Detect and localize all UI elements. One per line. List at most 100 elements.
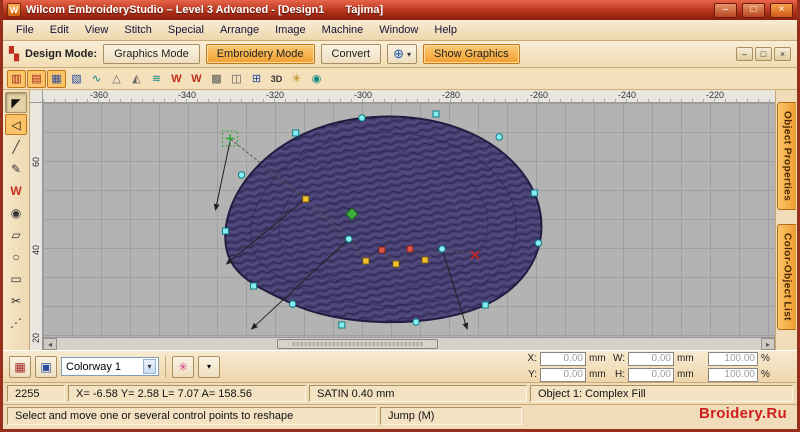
3d-warp-icon[interactable]: 3D [267, 70, 286, 88]
fill-tatami-icon[interactable]: ▦ [47, 69, 66, 88]
lettering-tool[interactable]: W [5, 180, 27, 201]
menu-item[interactable]: Help [426, 22, 465, 38]
hint-bar: Select and move one or several control p… [3, 405, 797, 429]
menu-item[interactable]: Special [160, 22, 212, 38]
outline-run-icon[interactable]: ▥ [7, 69, 26, 88]
motif-fill-icon[interactable]: W [187, 70, 206, 88]
tab-label: Object Properties [781, 111, 793, 202]
colorway-toolbar: ▦ ▣ Colorway 1 ▾ ✳ ▾ X: mm W: mm % Y: mm [3, 350, 797, 383]
motif-run-icon[interactable]: W [167, 70, 186, 88]
docked-panel-tabs: Object Properties Color-Object List [775, 90, 797, 350]
tab-label: Color-Object List [781, 233, 793, 322]
width-input[interactable] [628, 351, 674, 366]
gradient-fill-icon[interactable]: ◭ [127, 70, 146, 88]
mdi-restore-button[interactable]: □ [755, 47, 772, 61]
scale-x-input[interactable] [708, 351, 758, 366]
w-unit: mm [677, 353, 694, 364]
globe-icon: ⊕ [393, 46, 404, 61]
h-unit: mm [677, 369, 694, 380]
current-tool-status: Jump (M) [380, 407, 522, 425]
menu-item[interactable]: Machine [314, 22, 372, 38]
mdi-close-button[interactable]: × [774, 47, 791, 61]
scroll-right-button[interactable]: ▸ [761, 338, 775, 350]
height-input[interactable] [628, 367, 674, 382]
transform-fields: X: mm W: mm % Y: mm H: mm % [522, 351, 791, 382]
ruler-corner [30, 90, 42, 103]
vertical-ruler: 60 40 20 [30, 90, 43, 350]
star-effect-icon[interactable]: ✳ [287, 70, 306, 88]
app-logo-icon: W [7, 3, 21, 17]
scale-x-unit: % [761, 353, 770, 364]
mdi-minimize-button[interactable]: – [736, 47, 753, 61]
design-mode-label: Design Mode: [25, 48, 98, 60]
ruler-tick: -260 [529, 90, 548, 100]
colorway-editor-button[interactable]: ▦ [9, 355, 31, 378]
complex-fill-tool[interactable]: ▱ [5, 224, 27, 245]
tool-palette: ◤ ◁ ╱ ✎ W ◉ ▱ ○ ▭ ✂ ⋰ [3, 90, 30, 350]
knife-tool[interactable]: ✂ [5, 290, 27, 311]
design-mode-toolbar: ▚ Design Mode: Graphics Mode Embroidery … [3, 41, 797, 68]
prompt-text: Select and move one or several control p… [7, 407, 377, 425]
close-button[interactable]: × [770, 2, 793, 18]
select-object-tool[interactable]: ◤ [5, 92, 27, 113]
tab-color-object-list[interactable]: Color-Object List [777, 224, 796, 331]
x-input[interactable] [540, 351, 586, 366]
tab-object-properties[interactable]: Object Properties [777, 102, 796, 211]
y-label: Y: [528, 369, 537, 380]
watermark: Broidery.Ru [698, 405, 787, 422]
y-unit: mm [589, 369, 606, 380]
menu-item[interactable]: Image [267, 22, 314, 38]
pattern-stamp-icon[interactable]: ▩ [207, 70, 226, 88]
palette-dropdown-button[interactable]: ▾ [198, 355, 220, 378]
florentine-effect-icon[interactable]: ≋ [147, 70, 166, 88]
stitch-count: 2255 [7, 385, 65, 402]
menu-item[interactable]: Window [371, 22, 426, 38]
pointer-position: X= -6.58 Y= 2.58 L= 7.07 A= 158.56 [68, 385, 306, 402]
title-bar: W Wilcom EmbroideryStudio – Level 3 Adva… [3, 0, 797, 20]
contour-stitch-icon[interactable]: ∿ [87, 70, 106, 88]
scrollbar-thumb[interactable] [277, 339, 439, 349]
y-input[interactable] [540, 367, 586, 382]
outline-satin-icon[interactable]: ▤ [27, 69, 46, 88]
menu-item[interactable]: Arrange [212, 22, 267, 38]
grid-toggle-icon[interactable]: ⊞ [247, 70, 266, 88]
color-palette-button[interactable]: ✳ [172, 355, 194, 378]
scale-y-input[interactable] [708, 367, 758, 382]
window-title-machine: Tajima] [345, 4, 384, 16]
stitch-edit-tool[interactable]: ⋰ [5, 312, 27, 333]
stitch-type-info: SATIN 0.40 mm [309, 385, 527, 402]
measure-tool[interactable]: ╱ [5, 136, 27, 157]
app-window: W Wilcom EmbroideryStudio – Level 3 Adva… [0, 0, 800, 432]
ruler-tick: -240 [617, 90, 636, 100]
stitch-player-icon[interactable]: ◉ [307, 70, 326, 88]
stitch-toolbar: ▥ ▤ ▦ ▧ ∿ △ ◭ ≋ W W ▩ ◫ ⊞ 3D ✳ ◉ [3, 68, 797, 90]
scroll-left-button[interactable]: ◂ [43, 338, 57, 350]
fill-motif-icon[interactable]: ▧ [67, 70, 86, 88]
horizontal-scrollbar[interactable]: ◂ ▸ [43, 337, 775, 350]
ruler-tick: -220 [705, 90, 724, 100]
menu-item[interactable]: View [77, 22, 117, 38]
hoop-globe-button[interactable]: ⊕ ▾ [387, 44, 417, 64]
fusion-fill-icon[interactable]: △ [107, 70, 126, 88]
colorway-select[interactable]: Colorway 1 ▾ [61, 357, 159, 376]
thread-colors-button[interactable]: ▣ [35, 355, 57, 378]
reshape-object-tool[interactable]: ◁ [5, 114, 27, 135]
convert-button[interactable]: Convert [320, 44, 382, 64]
maximize-button[interactable]: □ [742, 2, 765, 18]
menu-item[interactable]: Edit [42, 22, 77, 38]
embroidery-design[interactable] [43, 103, 775, 337]
embroidery-mode-button[interactable]: Embroidery Mode [205, 44, 315, 64]
minimize-button[interactable]: – [714, 2, 737, 18]
carving-stamp-icon[interactable]: ◫ [227, 70, 246, 88]
ruler-tick: -320 [265, 90, 284, 100]
rectangle-tool[interactable]: ▭ [5, 268, 27, 289]
graphics-mode-button[interactable]: Graphics Mode [103, 44, 200, 64]
design-canvas[interactable] [43, 103, 775, 337]
penetration-tool[interactable]: ◉ [5, 202, 27, 223]
menu-item[interactable]: File [8, 22, 42, 38]
design-mode-icon: ▚ [9, 46, 19, 61]
x-label: X: [527, 353, 537, 364]
show-graphics-button[interactable]: Show Graphics [423, 44, 520, 64]
menu-item[interactable]: Stitch [116, 22, 160, 38]
mdi-window-controls: – □ × [736, 47, 791, 61]
